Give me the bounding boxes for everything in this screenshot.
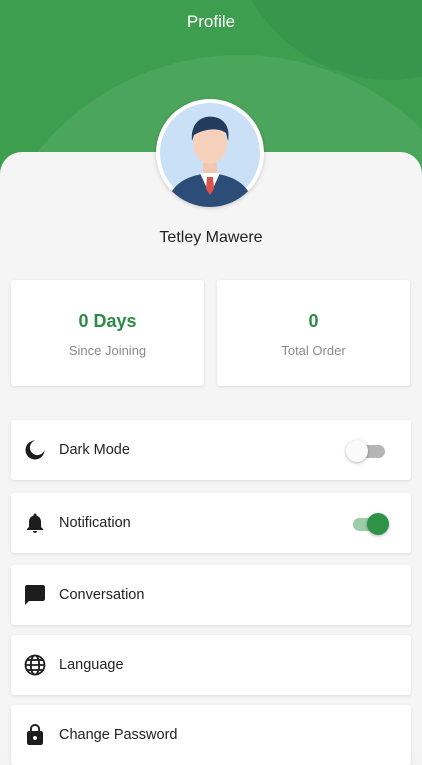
setting-row-language[interactable]: Language [11, 635, 411, 695]
user-name: Tetley Mawere [159, 229, 263, 246]
chat-icon [23, 583, 47, 607]
toggle-knob [346, 440, 368, 462]
globe-icon [23, 653, 47, 677]
avatar[interactable] [156, 99, 264, 207]
toggle-knob [367, 513, 389, 535]
setting-label: Change Password [59, 727, 178, 743]
stat-value: 0 [308, 311, 319, 331]
moon-icon [23, 438, 47, 462]
setting-row-notification[interactable]: Notification [11, 493, 411, 553]
setting-row-conversation[interactable]: Conversation [11, 565, 411, 625]
notification-toggle[interactable] [349, 513, 389, 535]
stat-label: Total Order [281, 343, 346, 358]
stat-card-orders: 0 Total Order [217, 280, 410, 386]
user-avatar-icon [160, 103, 260, 207]
setting-label: Dark Mode [59, 442, 130, 458]
stat-card-days: 0 Days Since Joining [11, 280, 204, 386]
bell-icon [23, 511, 47, 535]
lock-icon [23, 723, 47, 747]
setting-label: Conversation [59, 587, 145, 603]
setting-label: Language [59, 657, 124, 673]
dark-mode-toggle[interactable] [346, 440, 389, 462]
stat-value: 0 Days [78, 311, 137, 331]
page-title: Profile [186, 12, 236, 31]
setting-label: Notification [59, 515, 131, 531]
stat-label: Since Joining [68, 343, 147, 358]
setting-row-dark-mode[interactable]: Dark Mode [11, 420, 411, 480]
setting-row-change-password[interactable]: Change Password [11, 705, 411, 765]
